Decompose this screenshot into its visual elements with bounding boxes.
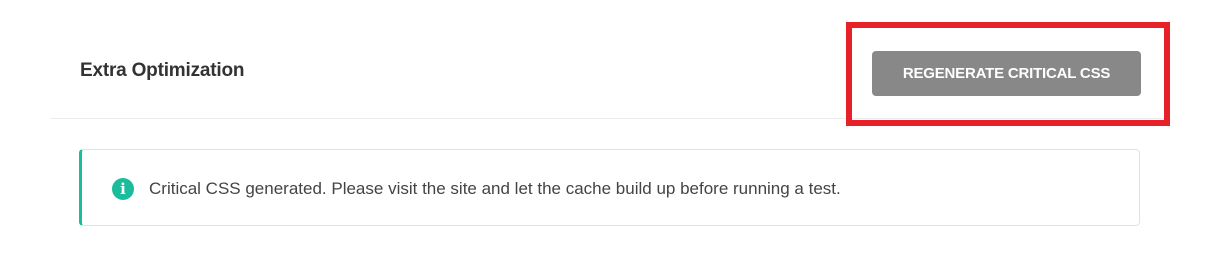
info-notice: i Critical CSS generated. Please visit t… [79, 149, 1140, 226]
settings-panel: Extra Optimization REGENERATE CRITICAL C… [0, 0, 1220, 280]
regenerate-critical-css-button[interactable]: REGENERATE CRITICAL CSS [872, 51, 1141, 96]
notice-message: Critical CSS generated. Please visit the… [149, 179, 841, 198]
info-icon: i [112, 178, 134, 200]
section-title: Extra Optimization [80, 60, 245, 81]
